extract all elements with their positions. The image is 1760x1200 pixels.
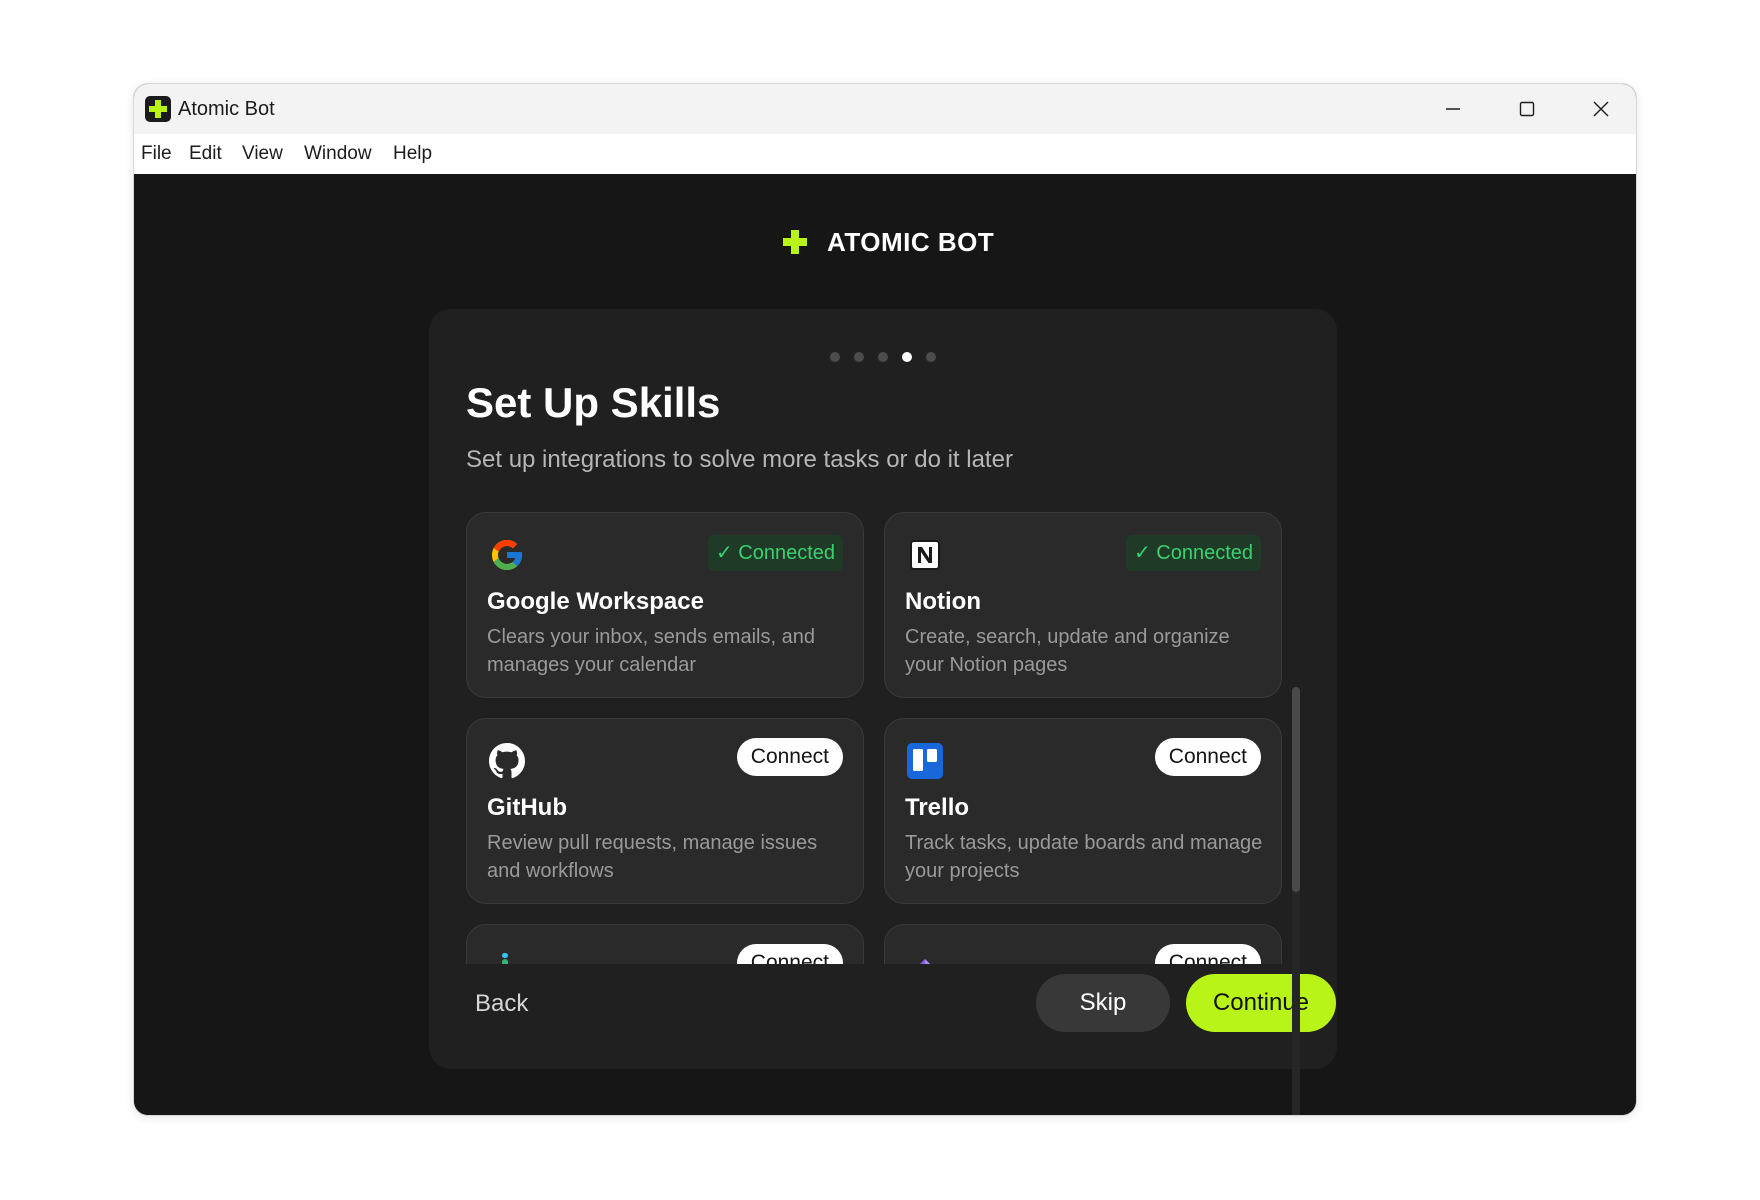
skill-description: Create, search, update and organize your… (905, 626, 1230, 676)
step-indicator (429, 352, 1337, 362)
skill-card-trello[interactable]: Connect Trello Track tasks, update board… (884, 718, 1282, 904)
connect-button[interactable]: Connect (736, 738, 843, 776)
app-window: Atomic Bot File Edit View Window Help AT… (134, 84, 1636, 1115)
step-dot (830, 352, 840, 362)
brand-name: ATOMIC BOT (827, 226, 995, 257)
scrollbar-thumb[interactable] (1292, 687, 1300, 892)
skill-card-notion[interactable]: ✓ Connected Notion Create, search, updat… (884, 512, 1282, 698)
menu-view[interactable]: View (242, 142, 283, 166)
connect-button[interactable]: Connect (1154, 944, 1261, 964)
skip-button[interactable]: Skip (1036, 974, 1170, 1032)
menu-window[interactable]: Window (304, 142, 372, 166)
brand-header: ATOMIC BOT (781, 222, 994, 262)
app-logo-icon (145, 96, 171, 122)
step-dot (926, 352, 936, 362)
minimize-button[interactable] (1416, 84, 1490, 134)
onboarding-card: Set Up Skills Set up integrations to sol… (429, 309, 1337, 1069)
menu-file[interactable]: File (141, 142, 172, 166)
skill-name: GitHub (487, 794, 567, 821)
back-button[interactable]: Back (475, 989, 528, 1019)
skill-name: Google Workspace (487, 588, 704, 615)
menu-help[interactable]: Help (393, 142, 432, 166)
close-button[interactable] (1564, 84, 1636, 134)
skill-description: Clears your inbox, sends emails, and man… (487, 626, 815, 676)
google-icon (487, 535, 527, 575)
skill-card-github[interactable]: Connect GitHub Review pull requests, man… (466, 718, 864, 904)
page-title: Set Up Skills (466, 379, 721, 426)
minimize-icon (1446, 108, 1460, 110)
menu-bar: File Edit View Window Help (134, 134, 1636, 174)
github-icon (487, 741, 527, 781)
obsidian-icon (905, 947, 945, 964)
close-icon (1593, 101, 1609, 117)
step-dot-active (902, 352, 912, 362)
connect-button[interactable]: Connect (736, 944, 843, 964)
title-bar: Atomic Bot (134, 84, 1636, 134)
step-dot (854, 352, 864, 362)
maximize-icon (1519, 101, 1535, 117)
skills-grid: ✓ Connected Google Workspace Clears your… (466, 512, 1282, 964)
skill-description: Track tasks, update boards and manage yo… (905, 832, 1263, 882)
skill-card-slack[interactable]: Connect (466, 924, 864, 964)
step-dot (878, 352, 888, 362)
slack-icon (487, 947, 527, 964)
skill-description: Review pull requests, manage issues and … (487, 832, 818, 882)
trello-icon (905, 741, 945, 781)
notion-icon (905, 535, 945, 575)
connected-badge: ✓ Connected (707, 535, 843, 571)
connected-badge: ✓ Connected (1125, 535, 1261, 571)
connect-button[interactable]: Connect (1154, 738, 1261, 776)
window-title: Atomic Bot (178, 98, 275, 120)
brand-plus-icon (783, 230, 807, 254)
maximize-button[interactable] (1490, 84, 1564, 134)
menu-edit[interactable]: Edit (189, 142, 222, 166)
skill-card-obsidian[interactable]: Connect (884, 924, 1282, 964)
page-subtitle: Set up integrations to solve more tasks … (466, 446, 1013, 473)
skill-name: Notion (905, 588, 981, 615)
continue-button[interactable]: Continue (1186, 974, 1336, 1032)
skill-name: Trello (905, 794, 970, 821)
main-content: ATOMIC BOT Set Up Skills Set up integrat… (134, 174, 1636, 1115)
skill-card-google-workspace[interactable]: ✓ Connected Google Workspace Clears your… (466, 512, 864, 698)
